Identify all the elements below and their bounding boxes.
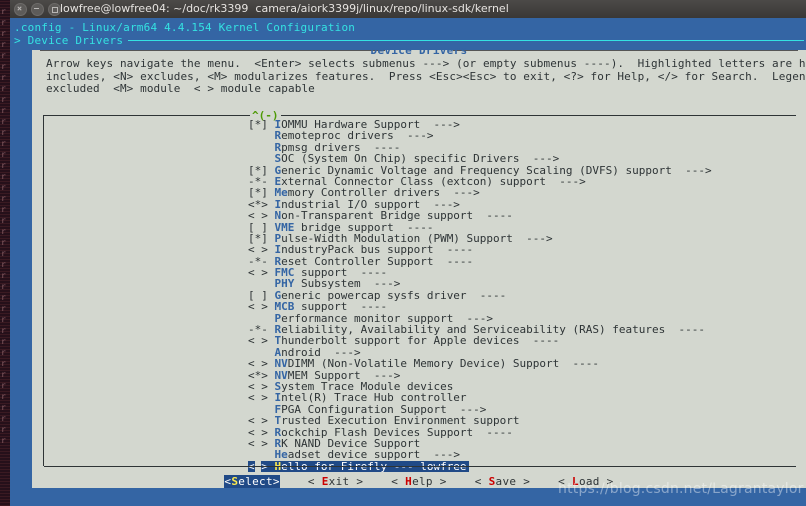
button-bracket-left: < <box>391 475 406 488</box>
button-bracket-right: > <box>516 475 531 488</box>
menu-item-tag: < > <box>248 459 268 473</box>
terminal-window: lowfree@lowfree04: ~/doc/rk3399 camera/a… <box>10 0 806 506</box>
menu-row: < > Hello for Firefly --- lowfree <box>248 459 712 473</box>
button-bracket-right: > <box>432 475 447 488</box>
dialog-title: Device Drivers <box>370 44 468 57</box>
load-button[interactable]: < Load > <box>558 475 613 488</box>
menu-dialog: Device Drivers Arrow keys navigate the m… <box>32 44 806 506</box>
minimize-icon[interactable] <box>31 3 44 16</box>
window-titlebar: lowfree@lowfree04: ~/doc/rk3399 camera/a… <box>10 0 806 19</box>
menu-items: [*] IOMMU Hardware Support ---> Remotepr… <box>248 119 712 473</box>
background-window-sliver: r r r r r r r r r r r r r r r r r r r r … <box>0 0 10 506</box>
button-label: xit <box>328 475 350 488</box>
help-line: Arrow keys navigate the menu. <Enter> se… <box>46 57 806 70</box>
bottom-strip <box>10 488 806 506</box>
button-bracket-left: < <box>558 475 573 488</box>
button-label: elp <box>412 475 433 488</box>
button-bracket-right: > <box>599 475 614 488</box>
help-line: excluded <M> module < > module capable <box>46 82 315 95</box>
save-button[interactable]: < Save > <box>475 475 530 488</box>
button-label: oad <box>578 475 600 488</box>
button-hotkey: E <box>321 475 329 488</box>
help-text: Arrow keys navigate the menu. <Enter> se… <box>46 57 806 96</box>
button-label: elect <box>238 475 273 488</box>
button-bracket-left: < <box>474 475 489 488</box>
window-title: lowfree@lowfree04: ~/doc/rk3399 camera/a… <box>60 2 509 15</box>
breadcrumb-rule <box>128 40 804 41</box>
dialog-buttons: <Select> < Exit > < Help > < Save > < Load > <box>32 475 806 488</box>
button-label: ave <box>495 475 517 488</box>
menu-item-gap <box>268 460 275 473</box>
menuconfig-backdrop: .config - Linux/arm64 4.4.154 Kernel Con… <box>10 18 806 506</box>
menu-item[interactable]: < > Hello for Firefly --- lowfree <box>248 459 469 473</box>
background-window-text: r r r r r r r r r r r r r r r r r r r r … <box>1 7 6 445</box>
menu-item-label: ello for Firefly --- lowfree <box>281 459 467 473</box>
screen: r r r r r r r r r r r r r r r r r r r r … <box>0 0 806 506</box>
menu-listbox[interactable]: ^(-) [*] IOMMU Hardware Support ---> Rem… <box>43 109 796 473</box>
close-icon[interactable] <box>14 3 27 16</box>
button-hotkey: S <box>488 475 496 488</box>
button-bracket-right: > <box>349 475 364 488</box>
help-button[interactable]: < Help > <box>391 475 446 488</box>
window-controls <box>14 3 61 16</box>
exit-button[interactable]: < Exit > <box>308 475 363 488</box>
button-hotkey: L <box>572 475 579 488</box>
config-header-line: .config - Linux/arm64 4.4.154 Kernel Con… <box>14 21 356 34</box>
button-bracket-left: < <box>307 475 322 488</box>
button-bracket-right: > <box>272 475 280 488</box>
select-button[interactable]: <Select> <box>224 475 280 488</box>
